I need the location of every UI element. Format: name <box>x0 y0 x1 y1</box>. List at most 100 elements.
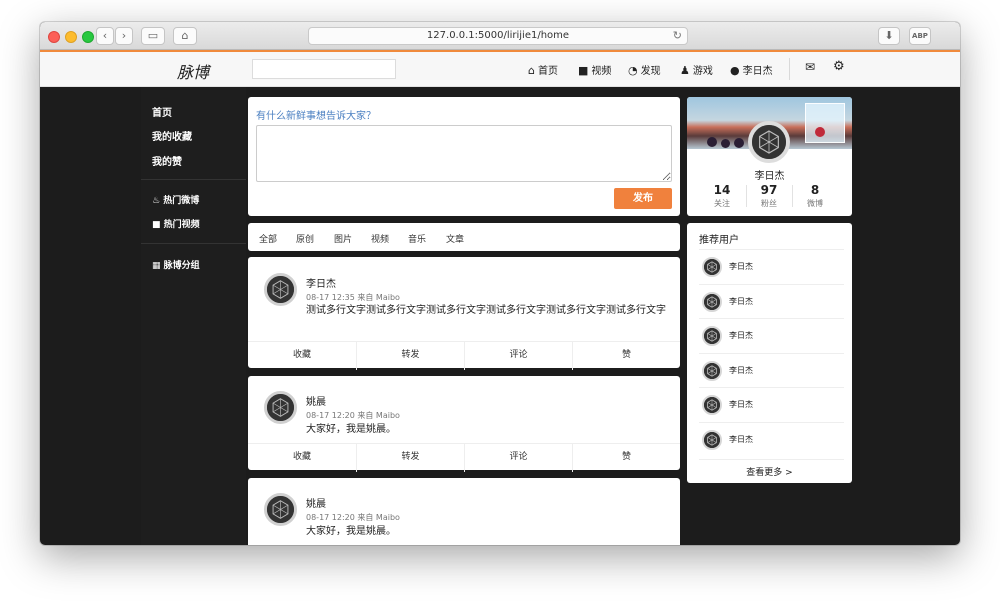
publish-button[interactable]: 发布 <box>614 188 672 209</box>
sidebar-toggle-button[interactable]: ▭ <box>141 27 165 45</box>
stat-followers[interactable]: 97 粉丝 <box>746 183 792 209</box>
filter-videos[interactable]: 视频 <box>371 232 389 245</box>
see-more-link[interactable]: 查看更多 > <box>687 465 852 478</box>
adblock-button[interactable]: ABP <box>909 27 931 45</box>
nav-item-profile[interactable]: ● 李日杰 <box>730 62 773 77</box>
post-author[interactable]: 姚晨 <box>306 495 326 510</box>
filter-music[interactable]: 音乐 <box>408 232 426 245</box>
recommend-user-name: 李日杰 <box>729 366 753 375</box>
stat-following[interactable]: 14 关注 <box>699 183 745 209</box>
fire-icon: ♨ <box>152 196 161 206</box>
hexagon-logo-icon <box>267 496 294 523</box>
minimize-window-button[interactable] <box>65 31 77 43</box>
hexagon-logo-icon <box>704 432 720 448</box>
sidebar-item-hot-videos[interactable]: ■ 热门视频 <box>152 217 200 230</box>
post-text: 大家好，我是姚晨。 <box>306 526 396 537</box>
recommend-user-row[interactable]: 李日杰 <box>699 387 844 421</box>
favorite-button[interactable]: 收藏 <box>248 342 356 370</box>
nav-item-discover[interactable]: ◔ 发现 <box>628 62 661 77</box>
like-button[interactable]: 赞 <box>572 444 680 472</box>
comment-button[interactable]: 评论 <box>464 342 572 370</box>
left-sidebar: 首页 我的收藏 我的赞 ♨ 热门微博 ■ 热门视频 ▦ 脉博分组 <box>141 87 246 545</box>
home-icon: ⌂ <box>181 29 189 42</box>
back-button[interactable]: ‹ <box>96 27 114 45</box>
sidebar-item-groups[interactable]: ▦ 脉博分组 <box>152 258 200 271</box>
close-window-button[interactable] <box>48 31 60 43</box>
recommend-user-name: 李日杰 <box>729 435 753 444</box>
post-author[interactable]: 姚晨 <box>306 393 326 408</box>
post-author[interactable]: 李日杰 <box>306 275 336 290</box>
gear-icon[interactable]: ⚙ <box>833 59 845 74</box>
recommend-user-name: 李日杰 <box>729 400 753 409</box>
filter-images[interactable]: 图片 <box>334 232 352 245</box>
comment-button[interactable]: 评论 <box>464 444 572 472</box>
repost-button[interactable]: 转发 <box>356 444 464 472</box>
hexagon-logo-icon <box>704 397 720 413</box>
filter-articles[interactable]: 文章 <box>446 232 464 245</box>
site-logo[interactable]: 脉博 <box>177 59 209 83</box>
mail-icon[interactable]: ✉ <box>805 60 815 74</box>
post-card: 姚晨 08-17 12:20 来自 Maibo 大家好，我是姚晨。 收藏 转发 … <box>248 376 680 472</box>
avatar[interactable] <box>264 391 297 424</box>
browser-window: ‹ › ▭ ⌂ 127.0.0.1:5000/lirijie1/home ↻ ⬇… <box>40 22 960 545</box>
post-actions: 收藏 转发 评论 赞 <box>248 341 680 370</box>
profile-name[interactable]: 李日杰 <box>687 167 852 182</box>
video-icon: ■ <box>578 64 589 77</box>
forward-button[interactable]: › <box>115 27 133 45</box>
url-text: 127.0.0.1:5000/lirijie1/home <box>426 30 570 41</box>
nav-item-label: 游戏 <box>692 66 713 77</box>
site-header: 脉博 ⌂ 首页 ■ 视频 ◔ 发现 ♟ 游戏 ● 李日杰 ✉ ⚙ <box>40 52 960 87</box>
glass-image <box>805 103 845 143</box>
sidebar-item-label: 热门视频 <box>163 220 200 230</box>
recommend-user-row[interactable]: 李日杰 <box>699 284 844 318</box>
avatar[interactable] <box>264 273 297 306</box>
hexagon-logo-icon <box>704 259 720 275</box>
recommend-user-name: 李日杰 <box>729 297 753 306</box>
berry-image <box>707 137 717 147</box>
sidebar-item-likes[interactable]: 我的赞 <box>152 153 182 168</box>
recommend-user-row[interactable]: 李日杰 <box>699 353 844 387</box>
profile-avatar[interactable] <box>748 121 790 163</box>
video-icon: ■ <box>152 220 161 230</box>
post-card: 姚晨 08-17 12:20 来自 Maibo 大家好，我是姚晨。 <box>248 478 680 545</box>
sidebar-item-label: 热门微博 <box>163 196 200 206</box>
search-input[interactable] <box>252 59 396 79</box>
recommend-user-row[interactable]: 李日杰 <box>699 249 844 283</box>
avatar <box>702 430 722 450</box>
stat-label: 关注 <box>714 199 730 208</box>
hexagon-logo-icon <box>704 363 720 379</box>
divider <box>699 459 844 460</box>
compose-textarea[interactable] <box>256 125 672 182</box>
post-meta: 08-17 12:20 来自 Maibo <box>306 411 400 420</box>
repost-button[interactable]: 转发 <box>356 342 464 370</box>
filter-all[interactable]: 全部 <box>259 232 277 245</box>
nav-item-home[interactable]: ⌂ 首页 <box>528 62 558 77</box>
reload-icon[interactable]: ↻ <box>673 28 682 44</box>
like-button[interactable]: 赞 <box>572 342 680 370</box>
recommend-user-row[interactable]: 李日杰 <box>699 318 844 352</box>
nav-divider <box>789 58 790 80</box>
favorite-button[interactable]: 收藏 <box>248 444 356 472</box>
user-icon: ● <box>730 64 740 77</box>
filter-original[interactable]: 原创 <box>296 232 314 245</box>
stat-label: 微博 <box>807 199 823 208</box>
recommend-user-row[interactable]: 李日杰 <box>699 422 844 456</box>
post-actions: 收藏 转发 评论 赞 <box>248 443 680 472</box>
nav-item-video[interactable]: ■ 视频 <box>578 62 611 77</box>
sidebar-item-favorites[interactable]: 我的收藏 <box>152 128 192 143</box>
maximize-window-button[interactable] <box>82 31 94 43</box>
download-icon: ⬇ <box>884 29 894 42</box>
address-bar[interactable]: 127.0.0.1:5000/lirijie1/home ↻ <box>308 27 688 45</box>
downloads-button[interactable]: ⬇ <box>878 27 900 45</box>
avatar <box>702 326 722 346</box>
stat-posts[interactable]: 8 微博 <box>792 183 838 209</box>
recommend-card: 推荐用户 李日杰 李日杰 李日杰 李日杰 李日杰 李日杰 查看更多 > <box>687 223 852 483</box>
nav-item-games[interactable]: ♟ 游戏 <box>680 62 713 77</box>
home-button[interactable]: ⌂ <box>173 27 197 45</box>
sidebar-icon: ▭ <box>147 29 159 42</box>
sidebar-item-hot-posts[interactable]: ♨ 热门微博 <box>152 193 199 206</box>
avatar[interactable] <box>264 493 297 526</box>
post-text: 大家好，我是姚晨。 <box>306 424 396 435</box>
sidebar-item-home[interactable]: 首页 <box>152 104 172 119</box>
browser-toolbar: ‹ › ▭ ⌂ 127.0.0.1:5000/lirijie1/home ↻ ⬇… <box>40 22 960 50</box>
